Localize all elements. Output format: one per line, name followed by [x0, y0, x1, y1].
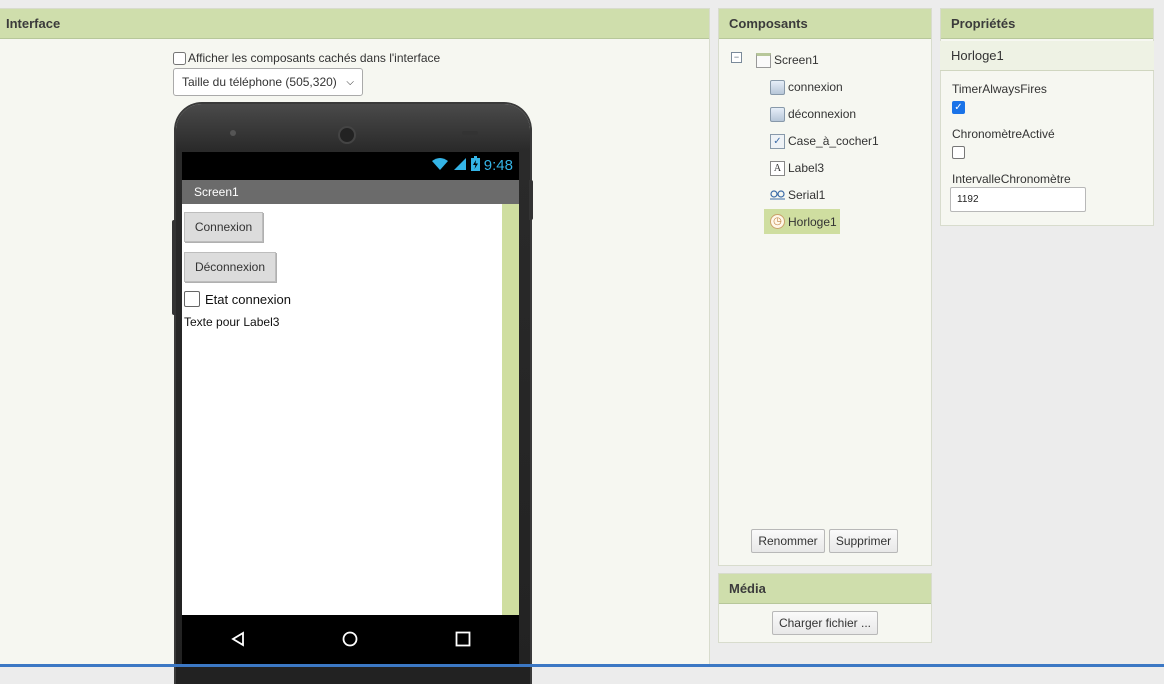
tree-item-label: Screen1: [774, 53, 819, 67]
tree-item-deconnexion[interactable]: déconnexion: [770, 103, 856, 125]
wifi-icon: [431, 157, 449, 175]
phone-side-button-left: [172, 220, 176, 315]
checkbox-box[interactable]: [184, 291, 200, 307]
tree-item-serial1[interactable]: Serial1: [770, 184, 825, 206]
tree-item-label: déconnexion: [788, 107, 857, 121]
signal-icon: [453, 157, 467, 175]
prop-timer-enabled-checkbox[interactable]: [952, 146, 965, 159]
show-hidden-components-checkbox[interactable]: Afficher les composants cachés dans l'in…: [173, 51, 440, 65]
chevron-down-icon: ⌵: [346, 76, 354, 88]
phone-screen-scroll-strip: [502, 204, 519, 615]
app-etat-connexion-checkbox[interactable]: Etat connexion: [184, 291, 291, 307]
tree-item-case-a-cocher1[interactable]: ✓ Case_à_cocher1: [770, 130, 879, 152]
tree-item-screen1[interactable]: Screen1: [756, 49, 819, 71]
prop-timer-always-fires-checkbox[interactable]: ✓: [952, 101, 965, 114]
tree-item-label: Horloge1: [788, 214, 837, 229]
home-icon[interactable]: [342, 630, 358, 653]
clock-icon: ◷: [770, 214, 785, 229]
serial-icon: [770, 188, 785, 203]
delete-button[interactable]: Supprimer: [829, 529, 898, 553]
tree-item-label: Case_à_cocher1: [788, 134, 879, 148]
prop-timer-always-fires-label: TimerAlwaysFires: [952, 82, 1047, 96]
back-icon[interactable]: [230, 630, 246, 653]
tree-item-connexion[interactable]: connexion: [770, 76, 843, 98]
app-connexion-button[interactable]: Connexion: [184, 212, 263, 242]
phone-sensor: [462, 131, 478, 135]
collapse-icon[interactable]: −: [731, 52, 742, 63]
status-time: 9:48: [483, 157, 513, 174]
app-deconnexion-button[interactable]: Déconnexion: [184, 252, 276, 282]
tree-item-label: Label3: [788, 161, 825, 175]
upload-file-button[interactable]: Charger fichier ...: [772, 611, 878, 635]
show-hidden-components-label: Afficher les composants cachés dans l'in…: [188, 51, 441, 65]
show-hidden-components-input[interactable]: [173, 51, 186, 65]
phone-speaker: [338, 126, 356, 144]
rename-button[interactable]: Renommer: [751, 529, 825, 553]
phone-camera: [230, 130, 236, 136]
media-title: Média: [719, 574, 931, 604]
properties-component-name: Horloge1: [940, 41, 1154, 71]
label-icon: A: [770, 160, 785, 176]
phone-status-bar: 9:48: [182, 152, 519, 180]
button-icon: [770, 79, 785, 95]
tree-item-label3[interactable]: A Label3: [770, 157, 824, 179]
viewer-title: Interface: [0, 9, 709, 39]
prop-timer-interval-input[interactable]: 1192: [950, 187, 1086, 212]
app-checkbox-label: Etat connexion: [205, 291, 292, 307]
phone-nav-bar: [182, 615, 519, 667]
checkbox-icon: ✓: [770, 133, 785, 149]
button-icon: [770, 106, 785, 122]
prop-timer-enabled-label: ChronomètreActivé: [952, 127, 1055, 141]
phone-screen-title: Screen1: [182, 180, 519, 204]
tree-item-label: Serial1: [788, 188, 826, 202]
phone-size-select[interactable]: Taille du téléphone (505,320) ⌵: [173, 68, 363, 96]
screen-icon: [756, 52, 771, 68]
recents-icon[interactable]: [455, 630, 471, 653]
battery-icon: [470, 156, 480, 175]
tree-item-horloge1[interactable]: ◷ Horloge1: [764, 209, 840, 234]
phone-size-value: Taille du téléphone (505,320): [182, 75, 337, 89]
properties-title: Propriétés: [941, 9, 1153, 39]
app-label3: Texte pour Label3: [184, 315, 280, 329]
tree-item-label: connexion: [788, 80, 843, 94]
components-title: Composants: [719, 9, 931, 39]
prop-timer-interval-label: IntervalleChronomètre: [952, 172, 1071, 186]
phone-side-button: [529, 180, 533, 220]
